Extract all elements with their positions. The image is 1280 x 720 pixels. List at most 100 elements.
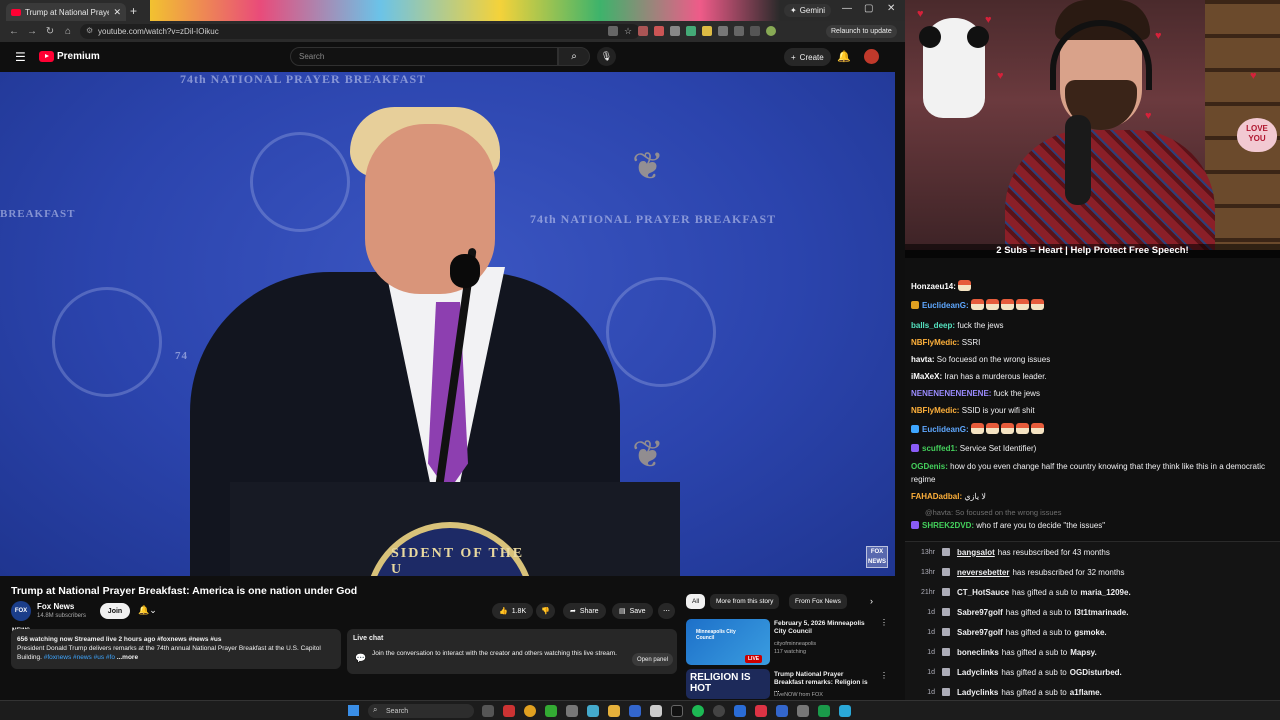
site-info-icon[interactable]: ⚙	[86, 26, 93, 35]
event-username[interactable]: CT_HotSauce	[957, 588, 1009, 597]
chat-username[interactable]: NBFlyMedic:	[911, 338, 959, 347]
close-window-icon[interactable]: ✕	[887, 3, 895, 14]
event-username[interactable]: Sabre97golf	[957, 608, 1003, 617]
event-username[interactable]: Sabre97golf	[957, 628, 1003, 637]
spotify-icon[interactable]	[692, 705, 704, 717]
extension-icon[interactable]	[734, 26, 745, 36]
chat-username[interactable]: FAHADadbal:	[911, 492, 962, 501]
folder-icon[interactable]	[608, 705, 620, 717]
subscription-bell-icon[interactable]: 🔔⌄	[138, 605, 157, 616]
event-username[interactable]: Ladyclinks	[957, 688, 998, 697]
chat-username[interactable]: EuclideanG:	[922, 301, 969, 310]
extension-icon[interactable]	[670, 26, 681, 36]
app-icon[interactable]	[839, 705, 851, 717]
app-icon[interactable]	[650, 705, 662, 717]
event-recipient[interactable]: OGDisturbed.	[1070, 668, 1122, 677]
tab-youtube-video[interactable]: Trump at National Prayer B ✕	[6, 3, 126, 21]
file-explorer-icon[interactable]	[482, 705, 494, 717]
event-username[interactable]: bangsalot	[957, 548, 995, 557]
more-vertical-icon[interactable]: ⋮	[880, 671, 888, 680]
channel-avatar[interactable]: FOX NEWS	[11, 601, 31, 634]
app-icon[interactable]	[587, 705, 599, 717]
save-button[interactable]: ▤ Save	[612, 603, 653, 619]
chevron-right-icon[interactable]: ›	[870, 596, 873, 606]
forward-icon[interactable]: →	[23, 26, 41, 37]
extension-icon[interactable]	[686, 26, 697, 36]
recommendation-thumbnail[interactable]: RELIGION IS HOT	[686, 669, 770, 699]
close-tab-icon[interactable]: ✕	[113, 7, 121, 18]
channel-name[interactable]: Fox News	[37, 602, 74, 611]
extension-icon[interactable]	[638, 26, 649, 36]
event-recipient[interactable]: l3t1tmarinade.	[1074, 608, 1128, 617]
voice-search-button[interactable]: 🎙	[597, 47, 616, 66]
event-recipient[interactable]: maria_1209e.	[1080, 588, 1130, 597]
youtube-logo[interactable]: Premium	[39, 51, 100, 62]
dislike-button[interactable]: 👎	[536, 603, 555, 619]
search-input[interactable]: Search	[290, 47, 558, 66]
chat-username[interactable]: SHREK2DVD:	[922, 521, 974, 530]
chrome-icon[interactable]	[524, 705, 536, 717]
description-box[interactable]: 656 watching now Streamed live 2 hours a…	[11, 629, 341, 669]
description-more[interactable]: ...more	[117, 654, 138, 661]
chip-all[interactable]: All	[686, 594, 706, 609]
join-button[interactable]: Join	[100, 603, 130, 619]
maximize-icon[interactable]: ▢	[864, 3, 873, 14]
share-button[interactable]: ➦ Share	[563, 603, 606, 619]
account-avatar[interactable]	[864, 49, 879, 64]
relaunch-button[interactable]: Relaunch to update	[826, 25, 897, 38]
extension-icon[interactable]	[718, 26, 729, 36]
chat-username[interactable]: OGDenis:	[911, 462, 948, 471]
obs-icon[interactable]	[713, 705, 725, 717]
like-button[interactable]: 👍 1.8K	[492, 603, 534, 619]
app-icon[interactable]	[734, 705, 746, 717]
more-actions-button[interactable]: ⋯	[658, 603, 675, 619]
url-field[interactable]: ⚙ youtube.com/watch?v=zDil-IOikuc	[80, 24, 640, 39]
app-icon[interactable]	[776, 705, 788, 717]
app-icon[interactable]	[566, 705, 578, 717]
chat-username[interactable]: balls_deep:	[911, 321, 955, 330]
chat-username[interactable]: NBFlyMedic:	[911, 406, 959, 415]
windows-start-icon[interactable]	[348, 705, 359, 716]
event-username[interactable]: Ladyclinks	[957, 668, 998, 677]
chat-username[interactable]: iMaXeX:	[911, 372, 942, 381]
chat-username[interactable]: EuclideanG:	[922, 425, 969, 434]
app-icon[interactable]	[755, 705, 767, 717]
menu-icon[interactable]: ☰	[15, 50, 26, 64]
create-button[interactable]: + Create	[784, 48, 831, 66]
video-player[interactable]: 74th NATIONAL PRAYER BREAKFAST 74th NATI…	[0, 72, 895, 576]
app-icon[interactable]	[818, 705, 830, 717]
notifications-bell-icon[interactable]: 🔔	[837, 50, 851, 63]
profile-avatar-icon[interactable]	[766, 26, 777, 36]
extension-icon[interactable]	[654, 26, 665, 36]
new-tab-icon[interactable]: +	[130, 4, 137, 18]
extension-icon[interactable]	[608, 26, 618, 36]
taskbar-search-input[interactable]: ⌕ Search	[368, 704, 474, 718]
event-recipient[interactable]: a1flame.	[1070, 688, 1102, 697]
search-button[interactable]: ⌕	[558, 47, 590, 66]
back-icon[interactable]: ←	[5, 26, 23, 37]
description-tags[interactable]: #foxnews #news #us #fo	[44, 654, 115, 661]
chat-username[interactable]: scuffed1:	[922, 444, 958, 453]
bookmark-star-icon[interactable]: ☆	[624, 26, 632, 37]
event-username[interactable]: boneclinks	[957, 648, 999, 657]
event-username[interactable]: neversebetter	[957, 568, 1009, 577]
chip-from-fox-news[interactable]: From Fox News	[789, 594, 847, 609]
reload-icon[interactable]: ↻	[41, 26, 59, 37]
recommendation-title[interactable]: February 5, 2026 Minneapolis City Counci…	[774, 620, 874, 636]
chat-username[interactable]: Honzaeu14:	[911, 282, 956, 291]
app-icon[interactable]	[797, 705, 809, 717]
app-icon[interactable]	[545, 705, 557, 717]
open-panel-button[interactable]: Open panel	[632, 653, 674, 666]
chip-more-from-story[interactable]: More from this story	[710, 594, 780, 609]
extension-icon[interactable]	[702, 26, 713, 36]
chat-username[interactable]: havta:	[911, 355, 935, 364]
more-vertical-icon[interactable]: ⋮	[880, 618, 888, 627]
app-icon[interactable]	[503, 705, 515, 717]
gemini-button[interactable]: ✦ Gemini	[784, 4, 832, 17]
chat-username[interactable]: NENENENENENENE:	[911, 389, 991, 398]
app-icon[interactable]	[671, 705, 683, 717]
event-recipient[interactable]: Mapsy.	[1070, 648, 1097, 657]
event-recipient[interactable]: gsmoke.	[1074, 628, 1106, 637]
app-icon[interactable]	[629, 705, 641, 717]
minimize-icon[interactable]: —	[842, 3, 852, 14]
